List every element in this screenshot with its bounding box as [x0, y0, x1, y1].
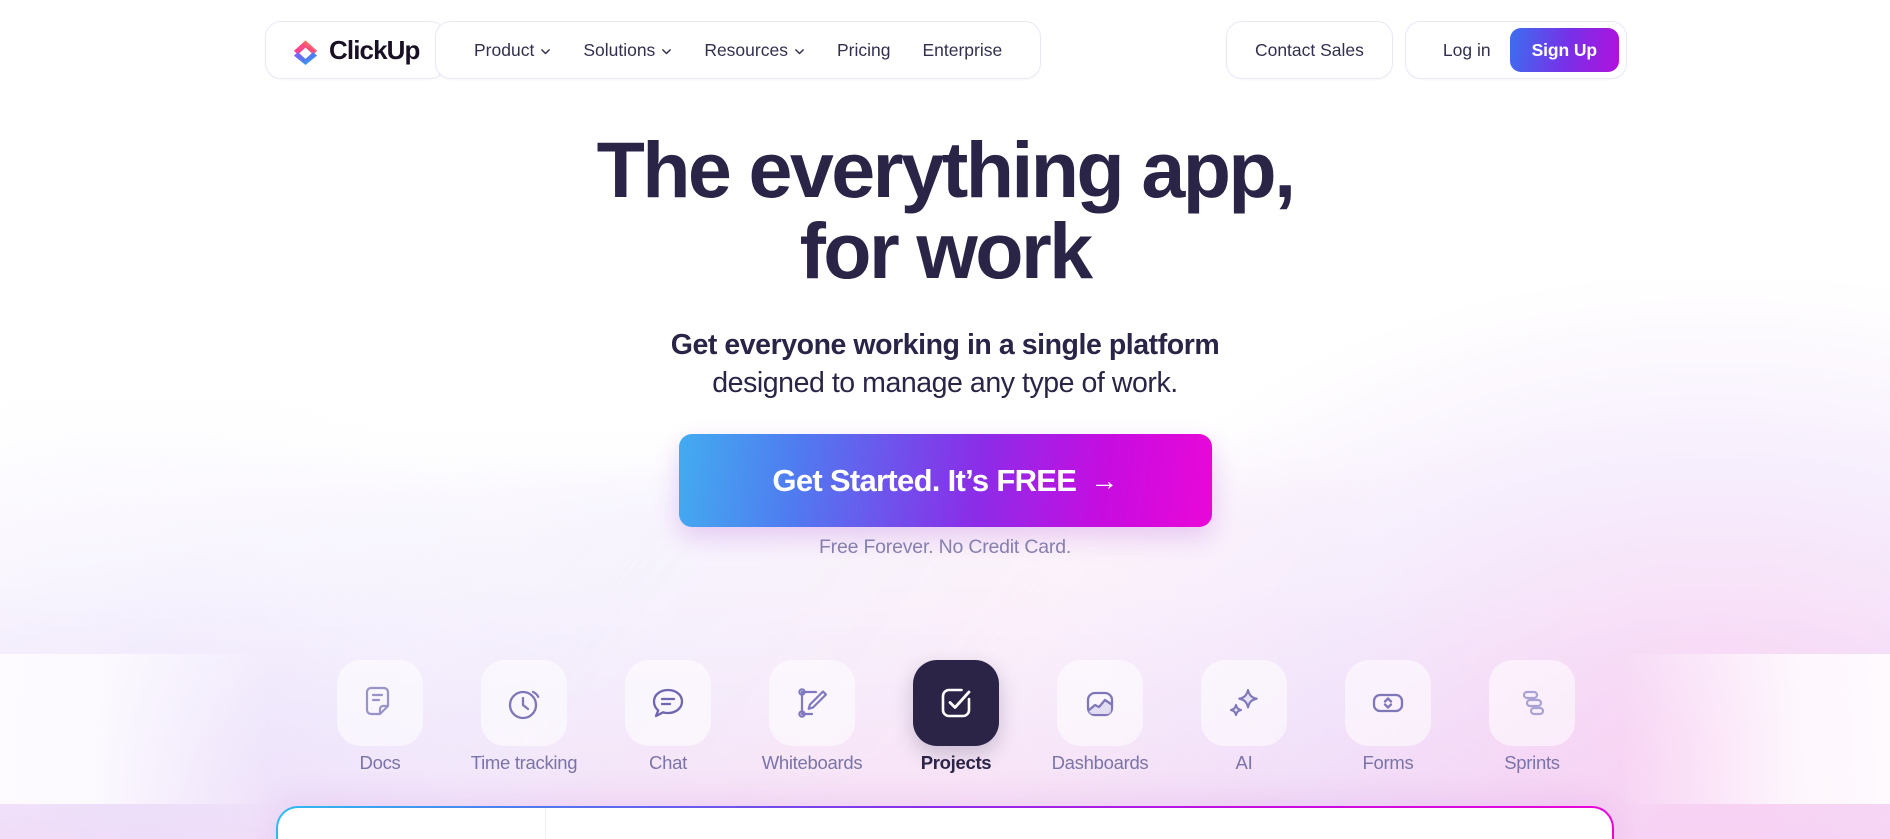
- product-preview-inner: [278, 808, 1612, 839]
- feature-label: Docs: [359, 752, 401, 773]
- feature-label: AI: [1235, 752, 1253, 773]
- sprint-bars-icon: [1522, 690, 1545, 716]
- document-icon: [365, 686, 390, 716]
- chevron-down-icon: [541, 48, 551, 54]
- form-stepper-icon: [1372, 693, 1404, 713]
- nav-item-label: Resources: [704, 39, 788, 60]
- nav-item-enterprise[interactable]: Enterprise: [906, 30, 1018, 70]
- get-started-button[interactable]: Get Started. It’s FREE →: [678, 434, 1212, 527]
- nav-item-label: Solutions: [583, 39, 656, 60]
- feature-rail: Docs Time tracking Chat Whiteboards Proj…: [0, 654, 1890, 804]
- checkbox-icon: [941, 688, 971, 718]
- chevron-down-icon: [662, 48, 672, 54]
- feature-item-time-tracking[interactable]: Time tracking: [471, 660, 578, 773]
- nav-item-product[interactable]: Product: [458, 30, 567, 70]
- feature-item-whiteboards[interactable]: Whiteboards: [761, 660, 863, 773]
- nav-item-label: Pricing: [836, 39, 891, 60]
- nav-item-resources[interactable]: Resources: [688, 30, 821, 70]
- feature-label: Time tracking: [470, 752, 578, 773]
- logo-wordmark: ClickUp: [329, 35, 420, 65]
- contact-sales-button[interactable]: Contact Sales: [1225, 21, 1393, 79]
- hero-subheadline: Get everyone working in a single platfor…: [0, 327, 1890, 402]
- cta-disclaimer: Free Forever. No Credit Card.: [818, 536, 1072, 558]
- nav-item-label: Enterprise: [922, 39, 1003, 60]
- clickup-chevron-logo-icon: [293, 39, 318, 65]
- cta-container: Get Started. It’s FREE →: [0, 434, 1890, 527]
- feature-label: Chat: [649, 752, 687, 773]
- feature-tile: [1345, 660, 1431, 746]
- feature-tile: [1201, 660, 1287, 746]
- feature-item-ai[interactable]: AI: [1196, 660, 1292, 773]
- feature-item-docs[interactable]: Docs: [332, 660, 428, 773]
- feature-item-dashboards[interactable]: Dashboards: [1051, 660, 1149, 773]
- page-title: The everything app, for work: [0, 129, 1890, 295]
- nav-item-label: Product: [474, 39, 535, 60]
- nav-item-pricing[interactable]: Pricing: [821, 30, 907, 70]
- auth-group: Log in Sign Up: [1404, 21, 1627, 79]
- sign-up-button[interactable]: Sign Up: [1509, 28, 1619, 72]
- feature-tile: [1057, 660, 1143, 746]
- subheadline-line-2: designed to manage any type of work.: [712, 366, 1178, 399]
- get-started-label: Get Started. It’s FREE: [772, 462, 1077, 498]
- feature-tile: [625, 660, 711, 746]
- product-preview-panel[interactable]: [276, 806, 1614, 839]
- feature-label: Forms: [1362, 752, 1414, 773]
- feature-item-sprints[interactable]: Sprints: [1484, 660, 1580, 773]
- chevron-down-icon: [795, 48, 804, 54]
- product-preview-body: [546, 808, 1612, 839]
- site-header: ClickUp Product Solutions Resources Pric…: [0, 0, 1890, 100]
- feature-rail-track: Docs Time tracking Chat Whiteboards Proj…: [0, 660, 1890, 773]
- feature-label: Whiteboards: [761, 752, 863, 773]
- feature-tile: [337, 660, 423, 746]
- sparkles-icon: [1229, 688, 1258, 717]
- arrow-right-icon: →: [1090, 464, 1118, 496]
- logo-home-link[interactable]: ClickUp: [265, 21, 446, 79]
- log-in-link[interactable]: Log in: [1428, 40, 1506, 61]
- feature-item-projects[interactable]: Projects: [908, 660, 1004, 773]
- feature-item-chat[interactable]: Chat: [620, 660, 716, 773]
- feature-tile: [769, 660, 855, 746]
- feature-tile: [481, 660, 567, 746]
- pen-board-icon: [798, 688, 828, 718]
- chart-tile-icon: [1086, 691, 1114, 717]
- primary-nav: Product Solutions Resources Pricing Ente…: [435, 21, 1042, 79]
- feature-tile-active: [913, 660, 999, 746]
- stopwatch-icon: [508, 690, 540, 720]
- contact-sales-label: Contact Sales: [1254, 39, 1364, 60]
- feature-tile: [1489, 660, 1575, 746]
- feature-label: Sprints: [1504, 752, 1560, 773]
- chat-bubble-icon: [652, 688, 684, 718]
- feature-label: Dashboards: [1051, 752, 1149, 773]
- headline-line-2: for work: [799, 205, 1093, 295]
- product-preview-sidebar: [278, 808, 546, 839]
- subheadline-line-1: Get everyone working in a single platfor…: [670, 329, 1220, 361]
- feature-item-forms[interactable]: Forms: [1340, 660, 1436, 773]
- feature-label: Projects: [920, 752, 992, 773]
- headline-line-1: The everything app,: [596, 125, 1296, 214]
- header-actions: Contact Sales Log in Sign Up: [1225, 21, 1627, 79]
- nav-item-solutions[interactable]: Solutions: [567, 30, 688, 70]
